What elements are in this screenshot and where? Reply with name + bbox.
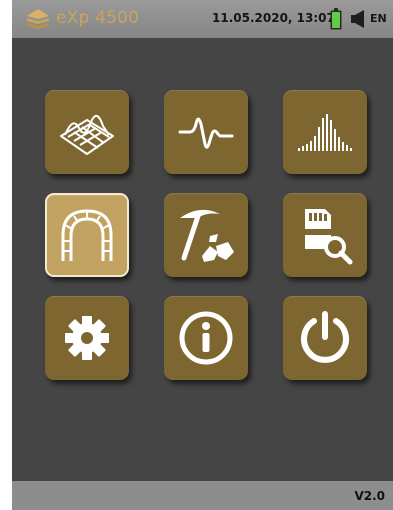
- gear-icon: [65, 316, 109, 360]
- info-icon: [179, 311, 233, 365]
- footer-bar: V2.0: [12, 481, 393, 510]
- 3d-ground-scan-icon: [60, 115, 114, 155]
- device-screen: eXp 4500 11.05.2020, 13:07 EN V2.0: [12, 0, 393, 510]
- power-icon: [301, 311, 349, 363]
- histogram-icon: [298, 114, 352, 151]
- info-tile[interactable]: [164, 296, 248, 380]
- histogram-tile[interactable]: [283, 90, 367, 174]
- power-tile[interactable]: [283, 296, 367, 380]
- mineral-tile[interactable]: [164, 193, 248, 277]
- sd-card-search-icon: [305, 209, 353, 265]
- signal-tile[interactable]: [164, 90, 248, 174]
- tunnel-icon: [61, 209, 113, 261]
- main-menu-grid: [12, 0, 393, 470]
- tunnel-tile[interactable]: [45, 193, 129, 277]
- settings-tile[interactable]: [45, 296, 129, 380]
- version-label: V2.0: [354, 489, 385, 503]
- pickaxe-minerals-icon: [180, 209, 234, 262]
- sd-card-browser-tile[interactable]: [283, 193, 367, 277]
- pulse-signal-icon: [178, 117, 234, 149]
- ground-scan-tile[interactable]: [45, 90, 129, 174]
